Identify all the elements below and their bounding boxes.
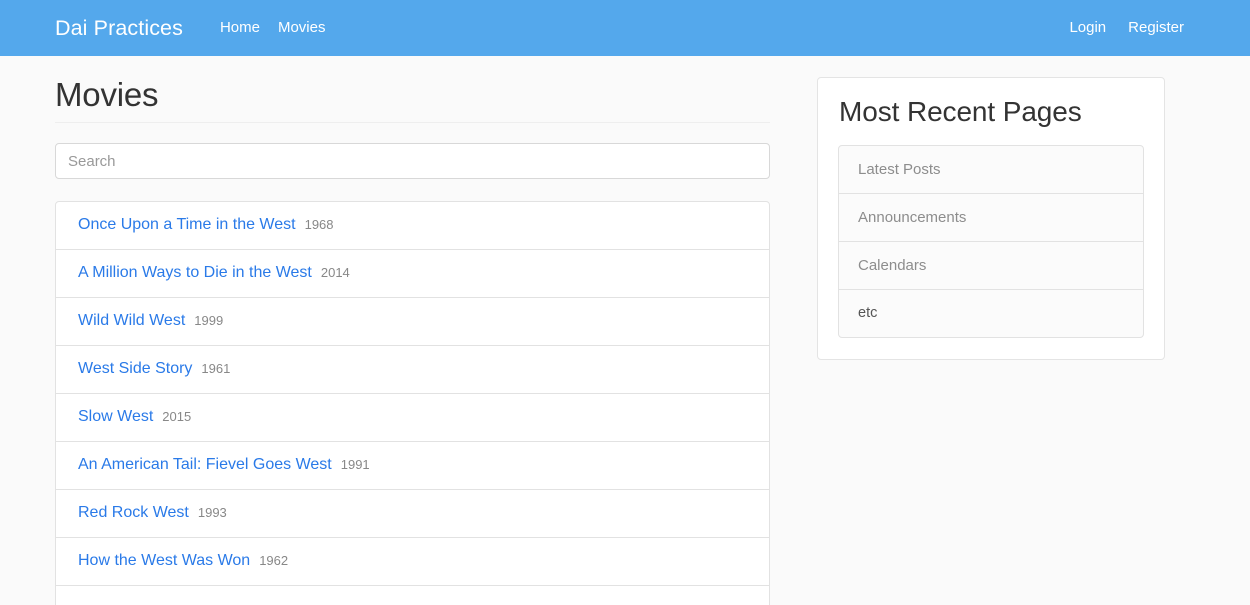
movie-year: 1999 (194, 313, 224, 329)
movie-year: 2015 (162, 409, 192, 425)
navbar-primary-nav: Home Movies (211, 0, 335, 56)
movie-title-link[interactable]: Wild Wild West (78, 312, 185, 329)
nav-item-movies: Movies (269, 0, 335, 56)
movies-list: Once Upon a Time in the West 1968 A Milli… (55, 201, 770, 605)
nav-item-home: Home (211, 0, 269, 56)
movie-year: 1962 (259, 553, 289, 569)
movie-list-item[interactable] (55, 585, 770, 605)
recent-page-item-calendars[interactable]: Calendars (838, 240, 1144, 290)
nav-item-register: Register (1117, 0, 1195, 56)
movie-title-link[interactable]: West Side Story (78, 360, 192, 377)
nav-link-register[interactable]: Register (1117, 0, 1195, 56)
nav-link-home[interactable]: Home (211, 0, 269, 56)
navbar-secondary-nav: Login Register (1058, 0, 1195, 56)
nav-link-login[interactable]: Login (1058, 0, 1117, 56)
search-input[interactable] (55, 143, 770, 180)
navbar-brand[interactable]: Dai Practices (55, 0, 198, 56)
recent-page-item-latest-posts[interactable]: Latest Posts (838, 144, 1144, 194)
recent-pages-panel: Most Recent Pages Latest Posts Announcem… (817, 77, 1165, 360)
movies-column: Movies Once Upon a Time in the West 1968 … (55, 76, 785, 605)
page-container: Movies Once Upon a Time in the West 1968 … (55, 56, 1195, 605)
movie-list-item[interactable]: Slow West 2015 (55, 393, 770, 443)
movie-list-item[interactable]: A Million Ways to Die in the West 2014 (55, 249, 770, 299)
nav-link-movies[interactable]: Movies (269, 0, 335, 56)
page-header: Movies (55, 76, 770, 124)
movie-title-link[interactable]: An American Tail: Fievel Goes West (78, 456, 332, 473)
recent-pages-title: Most Recent Pages (839, 96, 1082, 127)
movie-title-link[interactable]: Once Upon a Time in the West (78, 216, 296, 233)
movie-title-link[interactable]: A Million Ways to Die in the West (78, 264, 312, 281)
movie-year: 2014 (320, 265, 350, 281)
page-title: Movies (55, 76, 159, 113)
nav-item-login: Login (1058, 0, 1117, 56)
movie-list-item[interactable]: Red Rock West 1993 (55, 489, 770, 539)
recent-page-item-announcements[interactable]: Announcements (838, 192, 1144, 242)
movie-title-link[interactable]: How the West Was Won (78, 552, 250, 569)
movie-year: 1991 (340, 457, 370, 473)
recent-pages-list: Latest Posts Announcements Calendars etc (838, 144, 1144, 338)
movie-year: 1968 (304, 217, 334, 233)
movie-list-item[interactable]: West Side Story 1961 (55, 345, 770, 395)
recent-page-item-etc[interactable]: etc (838, 288, 1144, 338)
movie-year: 1993 (197, 505, 227, 521)
movie-list-item[interactable]: Wild Wild West 1999 (55, 297, 770, 347)
movie-list-item[interactable]: How the West Was Won 1962 (55, 537, 770, 587)
movie-title-link[interactable]: Red Rock West (78, 504, 189, 521)
movie-title-link[interactable]: Slow West (78, 408, 153, 425)
navbar-inner: Dai Practices Home Movies Login Register (55, 0, 1195, 56)
movie-year: 1961 (201, 361, 231, 377)
movie-list-item[interactable]: Once Upon a Time in the West 1968 (55, 201, 770, 251)
sidebar-column: Most Recent Pages Latest Posts Announcem… (785, 77, 1165, 360)
movie-list-item[interactable]: An American Tail: Fievel Goes West 1991 (55, 441, 770, 491)
top-navbar: Dai Practices Home Movies Login Register (0, 0, 1250, 56)
